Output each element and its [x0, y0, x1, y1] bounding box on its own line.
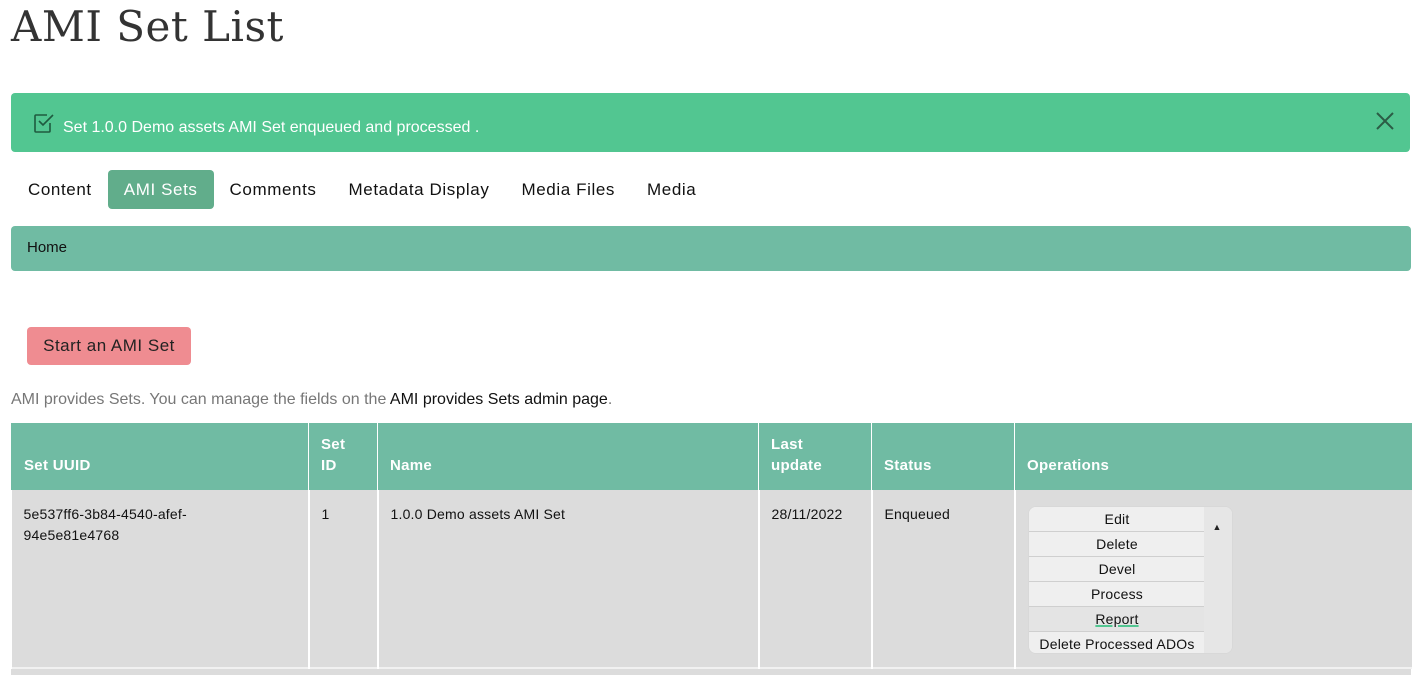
help-text-suffix: .	[607, 391, 613, 408]
dropbutton-toggle[interactable]: ▲	[1203, 507, 1232, 653]
table-header-row: Set UUID Set ID Name Last update Status Op…	[11, 423, 1412, 490]
operation-report[interactable]: Report	[1028, 607, 1206, 632]
operations-dropbutton: Edit Delete Devel Process Report Delete …	[1027, 506, 1233, 654]
column-header-last-update[interactable]: Last update	[758, 423, 872, 490]
operation-devel[interactable]: Devel	[1028, 557, 1206, 582]
operation-edit[interactable]: Edit	[1028, 507, 1206, 532]
tab-media-files[interactable]: Media Files	[505, 170, 631, 209]
check-square-icon	[34, 114, 54, 133]
tab-content[interactable]: Content	[12, 170, 108, 209]
page-title: AMI Set List	[11, 2, 284, 51]
breadcrumb-home-link[interactable]: Home	[27, 239, 67, 256]
column-header-name[interactable]: Name	[377, 423, 759, 490]
tab-media[interactable]: Media	[631, 170, 712, 209]
help-text-prefix: AMI provides Sets. You can manage the fi…	[11, 391, 390, 408]
cell-name: 1.0.0 Demo assets AMI Set	[376, 490, 759, 668]
caret-up-icon: ▲	[1212, 522, 1222, 532]
cell-operations: Edit Delete Devel Process Report Delete …	[1013, 490, 1412, 668]
status-message-text: Set 1.0.0 Demo assets AMI Set enqueued a…	[63, 119, 480, 136]
primary-tabs: Content AMI Sets Comments Metadata Displ…	[12, 170, 712, 209]
column-header-uuid[interactable]: Set UUID	[11, 423, 309, 490]
operation-report-label: Report	[1095, 611, 1139, 627]
tab-comments[interactable]: Comments	[214, 170, 333, 209]
cell-last-update: 28/11/2022	[757, 490, 872, 668]
operation-delete-processed-ados[interactable]: Delete Processed ADOs	[1028, 632, 1206, 653]
table-row-partial	[11, 669, 1411, 675]
breadcrumb: Home	[11, 226, 1411, 271]
ami-sets-table: Set UUID Set ID Name Last update Status Op…	[11, 423, 1412, 669]
column-header-status[interactable]: Status	[871, 423, 1015, 490]
column-header-operations: Operations	[1014, 423, 1412, 490]
table-row: 5e537ff6-3b84-4540-afef- 94e5e81e4768 1 1…	[11, 490, 1412, 668]
tab-ami-sets[interactable]: AMI Sets	[107, 170, 214, 209]
close-icon[interactable]	[1374, 110, 1396, 132]
cell-uuid: 5e537ff6-3b84-4540-afef- 94e5e81e4768	[11, 490, 309, 668]
operation-delete[interactable]: Delete	[1028, 532, 1206, 557]
operation-process[interactable]: Process	[1028, 582, 1206, 607]
column-header-set-id[interactable]: Set ID	[308, 423, 378, 490]
cell-status: Enqueued	[870, 490, 1015, 668]
tab-metadata-display[interactable]: Metadata Display	[333, 170, 506, 209]
help-text: AMI provides Sets. You can manage the fi…	[11, 391, 612, 409]
status-message: Set 1.0.0 Demo assets AMI Set enqueued a…	[11, 93, 1410, 152]
start-ami-set-button[interactable]: Start an AMI Set	[27, 327, 191, 365]
cell-set-id: 1	[307, 490, 378, 668]
admin-page-link[interactable]: AMI provides Sets admin page	[390, 391, 608, 408]
